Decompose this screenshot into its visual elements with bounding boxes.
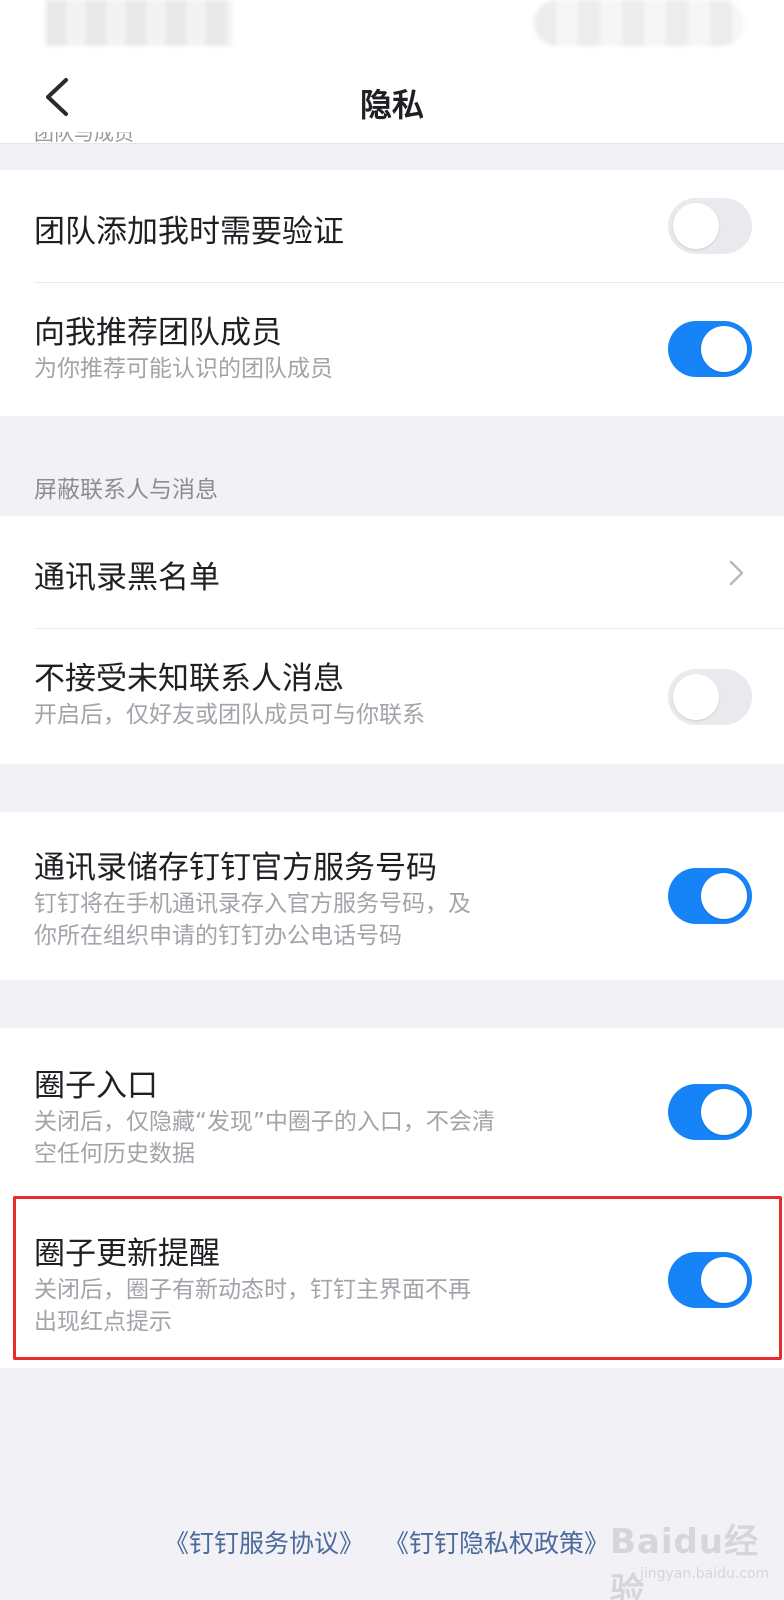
privacy-policy-link[interactable]: 《钉钉隐私权政策》 — [384, 1524, 609, 1560]
section-header-team-cut: 团队与成员 — [34, 132, 134, 145]
page-title: 隐私 — [359, 86, 424, 124]
row-title: 通讯录黑名单 — [34, 560, 220, 596]
blurred-status-right — [534, 0, 744, 46]
row-save-service-numbers: 通讯录储存钉钉官方服务号码 钉钉将在手机通讯录存入官方服务号码，及 你所在组织申… — [0, 812, 784, 980]
footer-links: 《钉钉服务协议》 《钉钉隐私权政策》 — [0, 1524, 784, 1564]
row-team-verify: 团队添加我时需要验证 — [0, 170, 784, 282]
row-title: 通讯录储存钉钉官方服务号码 — [34, 850, 437, 886]
circle-entry-toggle[interactable] — [668, 1084, 752, 1140]
row-title: 不接受未知联系人消息 — [34, 661, 344, 697]
row-title: 向我推荐团队成员 — [34, 315, 282, 351]
block-settings-group: 通讯录黑名单 不接受未知联系人消息 开启后，仅好友或团队成员可与你联系 — [0, 516, 784, 764]
team-verify-toggle[interactable] — [668, 198, 752, 254]
row-subtitle-line2: 你所在组织申请的钉钉办公电话号码 — [34, 923, 402, 949]
navigation-bar: 隐私 — [0, 52, 784, 144]
toggle-knob — [701, 873, 747, 919]
save-service-numbers-toggle[interactable] — [668, 868, 752, 924]
toggle-knob — [701, 1257, 747, 1303]
recommend-members-toggle[interactable] — [668, 321, 752, 377]
contacts-settings-group: 通讯录储存钉钉官方服务号码 钉钉将在手机通讯录存入官方服务号码，及 你所在组织申… — [0, 812, 784, 980]
toggle-knob — [701, 326, 747, 372]
row-subtitle-line1: 关闭后，仅隐藏“发现”中圈子的入口，不会清 — [34, 1109, 495, 1135]
toggle-knob — [673, 203, 719, 249]
row-subtitle: 为你推荐可能认识的团队成员 — [34, 356, 333, 382]
row-circle-update-reminder: 圈子更新提醒 关闭后，圈子有新动态时，钉钉主界面不再 出现红点提示 — [0, 1198, 784, 1368]
row-title: 圈子入口 — [34, 1068, 158, 1104]
row-subtitle-line2: 空任何历史数据 — [34, 1141, 195, 1167]
row-subtitle: 开启后，仅好友或团队成员可与你联系 — [34, 702, 425, 728]
team-settings-group: 团队添加我时需要验证 向我推荐团队成员 为你推荐可能认识的团队成员 — [0, 170, 784, 416]
blurred-status-left — [46, 0, 232, 46]
status-bar — [0, 0, 784, 52]
row-subtitle-line2: 出现红点提示 — [34, 1309, 172, 1335]
row-circle-entry: 圈子入口 关闭后，仅隐藏“发现”中圈子的入口，不会清 空任何历史数据 — [0, 1028, 784, 1196]
service-agreement-link[interactable]: 《钉钉服务协议》 — [164, 1524, 364, 1560]
watermark-sub: jingyan.baidu.com — [640, 1566, 770, 1582]
toggle-knob — [701, 1089, 747, 1135]
section-header-block: 屏蔽联系人与消息 — [34, 477, 218, 503]
row-recommend-members: 向我推荐团队成员 为你推荐可能认识的团队成员 — [0, 283, 784, 416]
row-subtitle-line1: 钉钉将在手机通讯录存入官方服务号码，及 — [34, 891, 471, 917]
row-reject-unknown: 不接受未知联系人消息 开启后，仅好友或团队成员可与你联系 — [0, 629, 784, 764]
reject-unknown-toggle[interactable] — [668, 669, 752, 725]
row-subtitle-line1: 关闭后，圈子有新动态时，钉钉主界面不再 — [34, 1277, 471, 1303]
circle-settings-group: 圈子入口 关闭后，仅隐藏“发现”中圈子的入口，不会清 空任何历史数据 圈子更新提… — [0, 1028, 784, 1368]
row-blacklist[interactable]: 通讯录黑名单 — [0, 516, 784, 628]
toggle-knob — [673, 674, 719, 720]
row-title: 圈子更新提醒 — [34, 1236, 220, 1272]
chevron-right-icon — [729, 560, 744, 586]
circle-update-reminder-toggle[interactable] — [668, 1252, 752, 1308]
row-title: 团队添加我时需要验证 — [34, 214, 344, 250]
